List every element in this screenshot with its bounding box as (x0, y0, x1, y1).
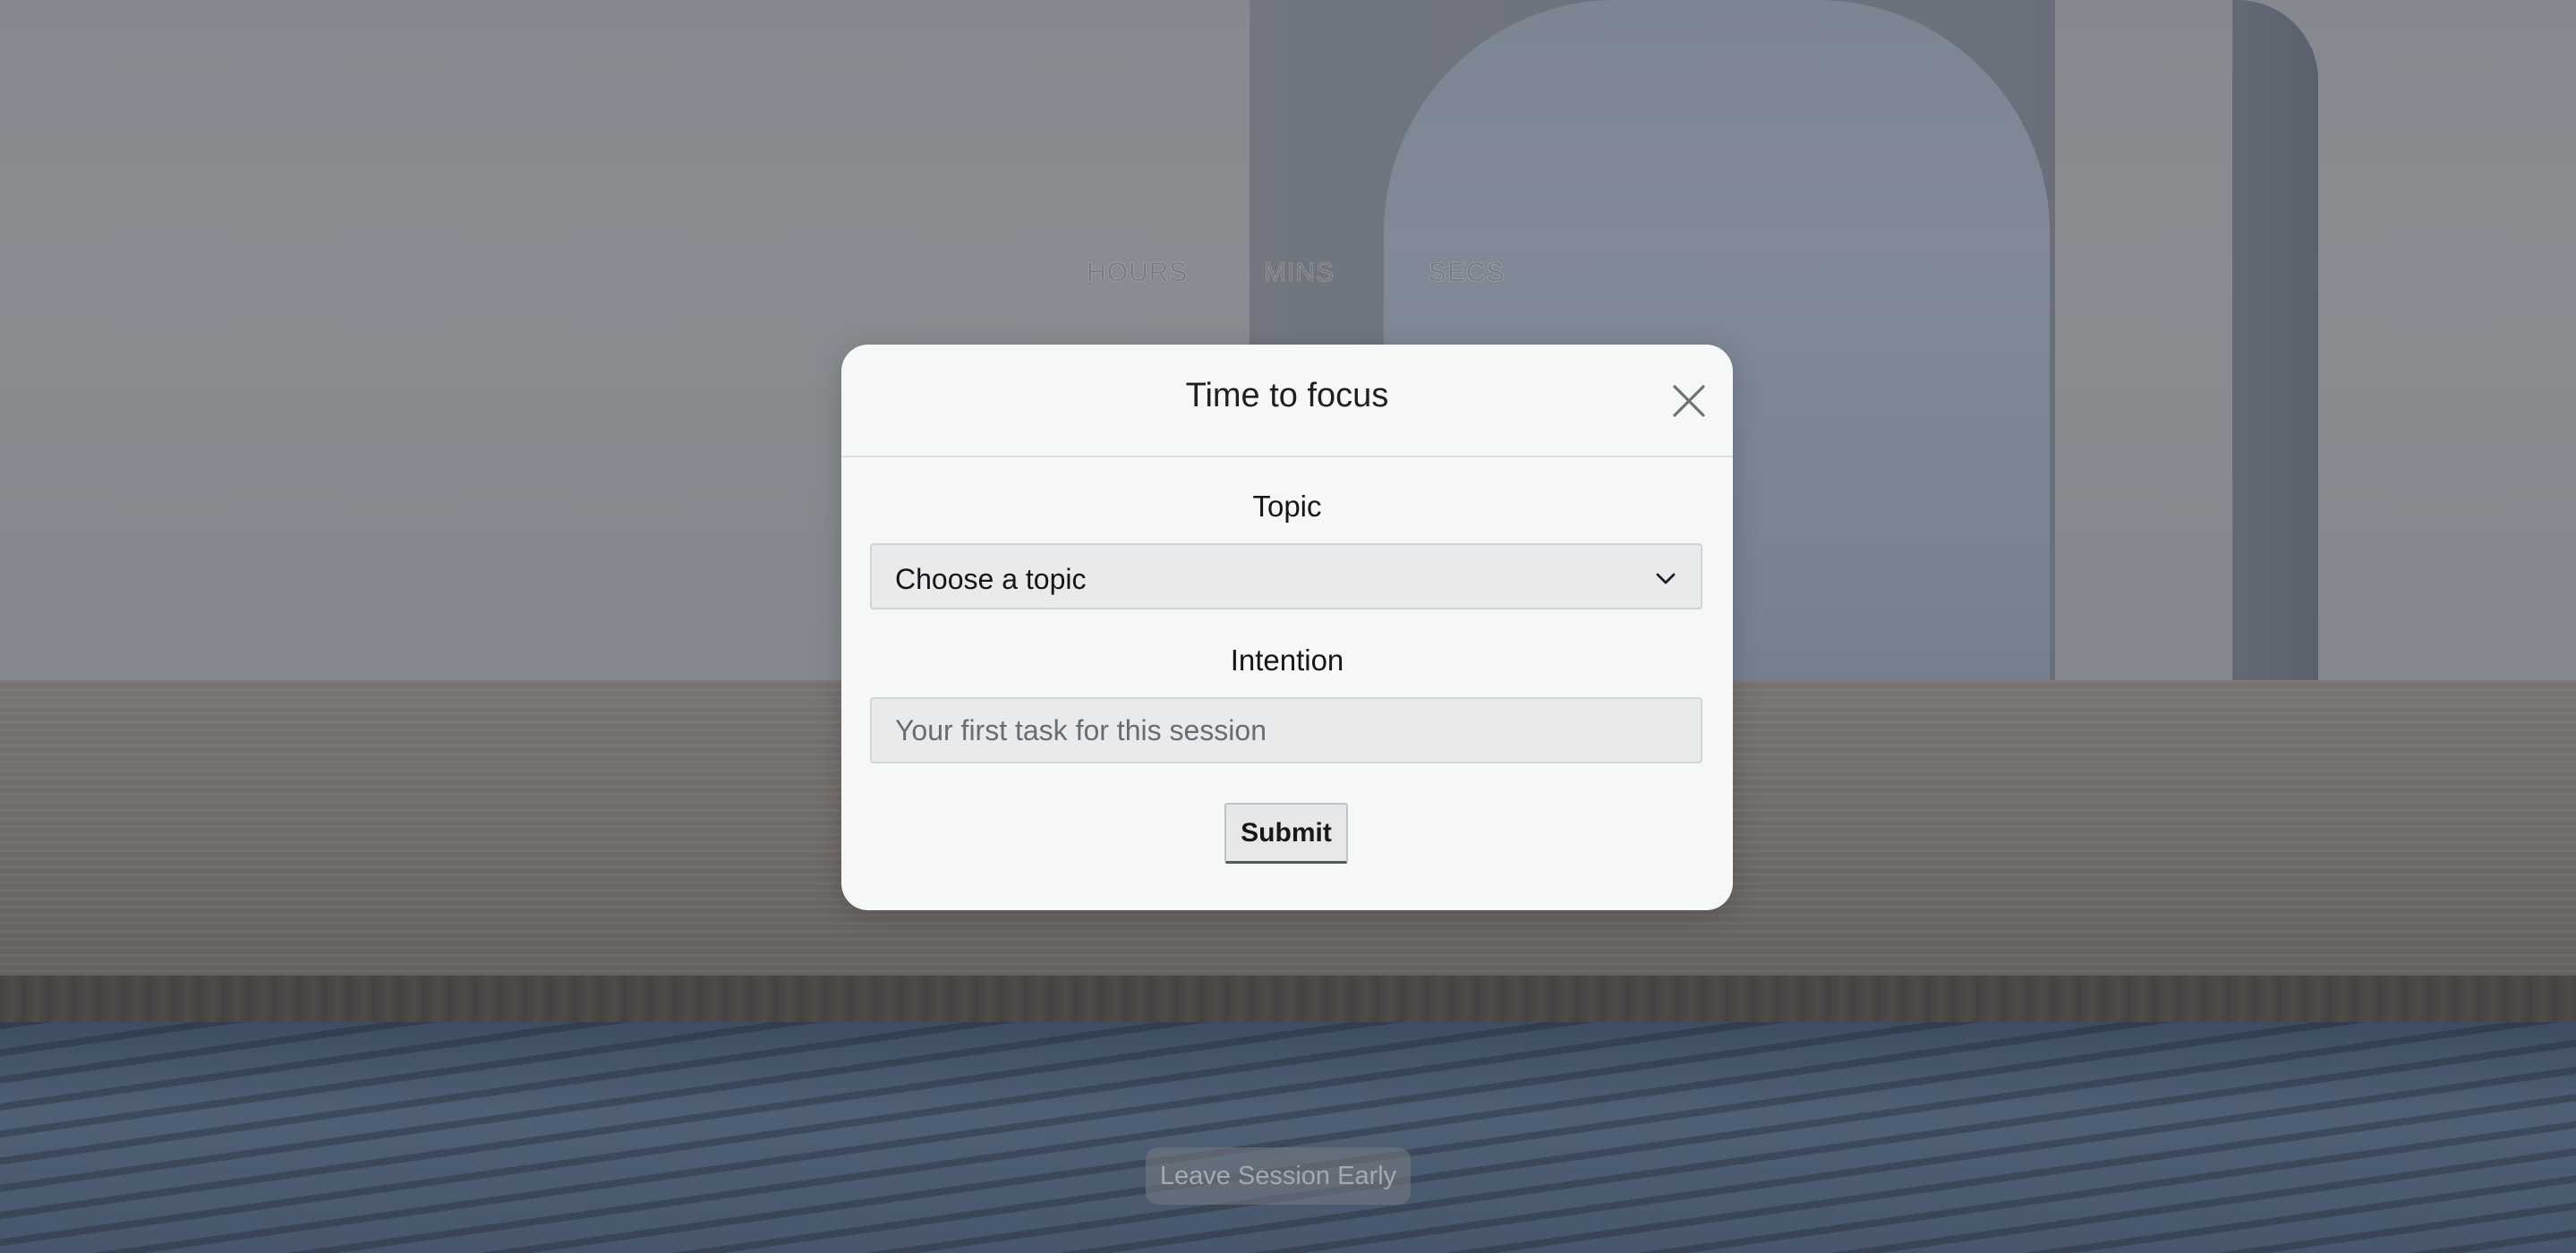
close-icon (1673, 385, 1705, 417)
modal-title: Time to focus (1185, 377, 1389, 414)
modal-header: Time to focus (841, 345, 1733, 457)
close-button[interactable] (1668, 380, 1710, 422)
focus-modal: Time to focus Topic Choose a topic Inten… (841, 345, 1733, 910)
timer-secs-label: SECS (1429, 258, 1506, 288)
intention-label: Intention (1230, 644, 1344, 677)
timer-mins-label: MINS (1264, 258, 1335, 288)
chevron-down-icon (1654, 567, 1677, 590)
topic-select[interactable]: Choose a topic (870, 543, 1702, 609)
focus-session-screen: HOURS MINS SECS Time to focus Topic Choo… (0, 0, 2576, 1253)
submit-button[interactable]: Submit (1224, 803, 1348, 864)
timer-labels: HOURS MINS SECS (1074, 258, 1557, 294)
leave-session-button[interactable]: Leave Session Early (1146, 1147, 1411, 1205)
intention-input[interactable] (870, 697, 1702, 763)
topic-select-value: Choose a topic (895, 563, 1087, 595)
topic-label: Topic (1252, 490, 1322, 523)
timer-hours-label: HOURS (1087, 258, 1189, 288)
